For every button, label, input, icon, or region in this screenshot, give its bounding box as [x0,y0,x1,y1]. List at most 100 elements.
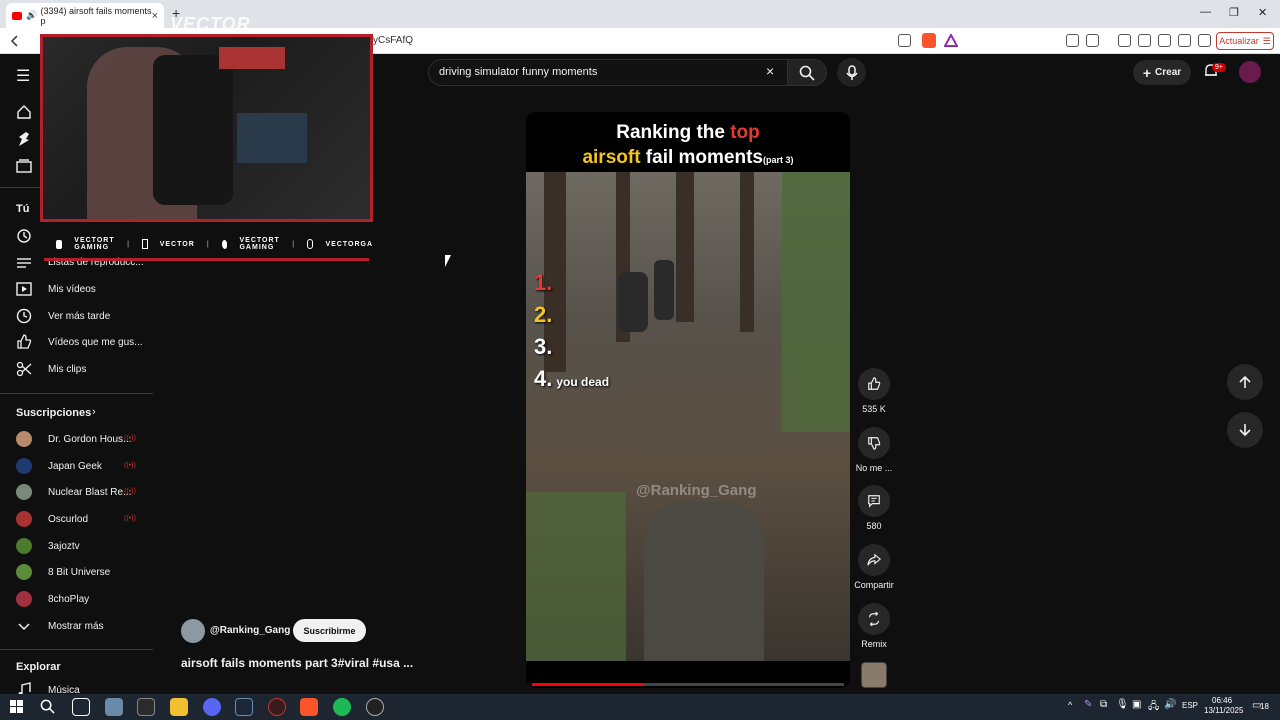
hamburger-menu-icon[interactable]: ☰ [16,66,30,86]
caption-text: Ranking the [616,122,731,143]
discord-icon[interactable] [203,698,221,716]
clock-date[interactable]: 13/11/2025 [1204,706,1243,715]
my-videos-icon[interactable] [16,281,32,297]
sidebar-icon[interactable] [1138,34,1151,47]
tab-groups-icon[interactable] [1086,34,1099,47]
clips-icon[interactable] [16,361,32,377]
create-button[interactable]: + Crear [1133,60,1191,85]
playlist-icon[interactable] [16,255,32,271]
extensions-icon[interactable] [1066,34,1079,47]
user-avatar[interactable] [1239,61,1261,83]
taskbar-app-icon[interactable] [105,698,123,716]
channel-avatar[interactable] [16,484,32,500]
previous-short-button[interactable] [1227,364,1263,400]
sidebar-item-my-videos[interactable]: Mis vídeos [48,284,96,295]
watch-later-icon[interactable] [16,308,32,324]
network-icon[interactable]: 🖧 [1148,699,1159,716]
caption-part: (part 3) [763,155,794,165]
file-explorer-icon[interactable] [170,698,188,716]
tray-pen-icon[interactable]: ✎ [1084,699,1092,710]
sidebar-sub-channel[interactable]: Nuclear Blast Re... [48,487,131,498]
chevron-right-icon[interactable]: › [92,406,96,418]
channel-name[interactable]: @Ranking_Gang [210,625,290,636]
back-icon[interactable] [10,35,20,47]
voice-search-button[interactable] [837,58,866,87]
overlay-accent-line [44,258,369,261]
taskbar-app-icon[interactable] [137,698,155,716]
channel-avatar[interactable] [181,619,205,643]
window-close-button[interactable]: ✕ [1258,6,1267,19]
task-view-icon[interactable] [72,698,90,716]
browser-tab[interactable]: 🔊 (3394) airsoft fails moments p × [6,3,164,28]
explore-section-title: Explorar [16,661,61,673]
subscriptions-section-title[interactable]: Suscripciones [16,407,91,419]
tray-app-icon[interactable]: ⧉ [1100,699,1107,710]
language-indicator[interactable]: ESP [1182,701,1198,710]
sidebar-sub-channel[interactable]: 3ajoztv [48,541,80,552]
search-clear-icon[interactable]: × [766,63,774,79]
short-video-player[interactable]: Ranking the top airsoft fail moments(par… [526,112,850,688]
search-button[interactable] [787,59,827,86]
sidebar-sub-channel[interactable]: Dr. Gordon Hous... [48,434,131,445]
dislike-button[interactable] [858,427,890,459]
taskbar-app-icon[interactable] [268,698,286,716]
sidebar-sub-channel[interactable]: Oscurlod [48,514,88,525]
sidebar-item-clips[interactable]: Mis clips [48,364,86,375]
caption-highlight: top [730,122,760,143]
clock-time[interactable]: 06:46 [1212,696,1232,705]
volume-icon[interactable]: 🔊 [1164,699,1176,710]
tray-mic-icon[interactable]: 🎙 [1116,699,1129,710]
next-short-button[interactable] [1227,412,1263,448]
taskbar-search-icon[interactable] [40,699,55,714]
video-title[interactable]: airsoft fails moments part 3#viral #usa … [181,656,413,670]
channel-avatar[interactable] [16,538,32,554]
sidebar-sub-channel[interactable]: 8choPlay [48,594,89,605]
update-button[interactable]: Actualizar ☰ [1216,32,1274,50]
spotify-icon[interactable] [333,698,351,716]
search-input[interactable]: driving simulator funny moments [428,59,788,86]
audio-thumbnail[interactable] [861,662,887,688]
obs-icon[interactable] [366,698,384,716]
brave-rewards-icon[interactable] [944,34,958,47]
window-minimize-button[interactable]: — [1200,6,1211,18]
tray-app-icon[interactable]: ▣ [1132,699,1141,710]
show-more-button[interactable]: Mostrar más [48,621,104,632]
sidebar-item-liked[interactable]: Vídeos que me gus... [48,337,143,348]
wallet-icon[interactable] [1158,34,1171,47]
sidebar-sub-channel[interactable]: Japan Geek [48,461,102,472]
channel-avatar[interactable] [16,458,32,474]
channel-avatar[interactable] [16,431,32,447]
you-section-title[interactable]: Tú [16,203,29,215]
channel-avatar[interactable] [16,564,32,580]
liked-icon[interactable] [16,334,32,350]
sidebar-sub-channel[interactable]: 8 Bit Universe [48,567,110,578]
leo-icon[interactable] [1178,34,1191,47]
rank-number: 1. [534,270,552,296]
url-text[interactable]: yCsFAfQ [373,35,413,46]
video-progress-bar[interactable] [532,683,844,686]
remix-button[interactable] [858,603,890,635]
channel-avatar[interactable] [16,511,32,527]
sidebar-item-watch-later[interactable]: Ver más tarde [48,311,110,322]
channel-avatar[interactable] [16,591,32,607]
comments-button[interactable] [858,485,890,517]
windows-start-icon[interactable] [10,700,23,713]
video-frame[interactable]: @Ranking_Gang [526,172,850,661]
history-icon[interactable] [16,228,32,244]
media-icon[interactable] [1118,34,1131,47]
subscribe-button[interactable]: Suscribirme [293,619,366,642]
subscriptions-icon[interactable] [16,158,32,174]
steam-icon[interactable] [235,698,253,716]
like-button[interactable] [858,368,890,400]
share-button[interactable] [858,544,890,576]
tab-close-button[interactable]: × [152,10,158,22]
brave-shield-icon[interactable] [922,33,936,48]
window-restore-button[interactable]: ❐ [1229,6,1239,19]
vpn-icon[interactable] [1198,34,1211,47]
chevron-down-icon[interactable] [16,618,32,634]
home-icon[interactable] [16,104,32,120]
tray-expand-icon[interactable]: ^ [1068,700,1072,710]
cast-icon[interactable] [898,34,911,47]
shorts-icon[interactable] [16,131,32,147]
brave-browser-icon[interactable] [300,698,318,716]
